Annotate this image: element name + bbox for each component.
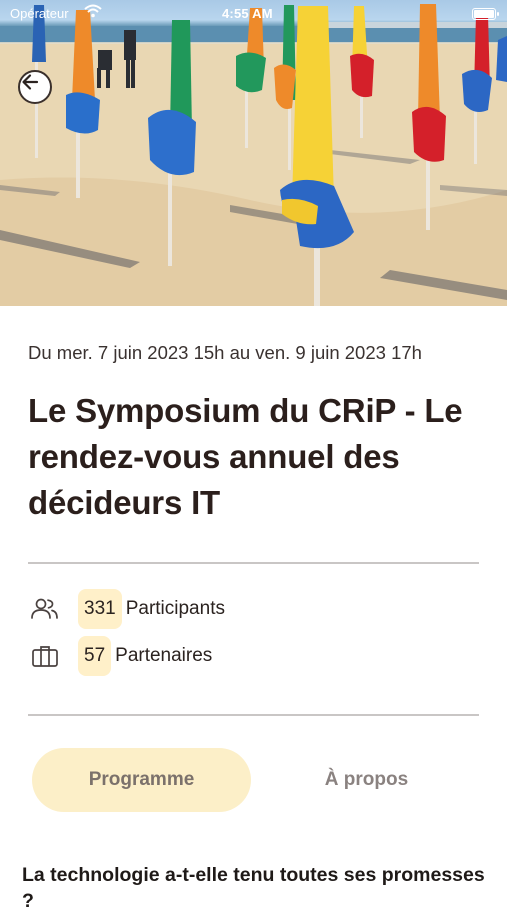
section-title: La technologie a-t-elle tenu toutes ses … [22,864,485,912]
battery-icon [472,8,499,20]
event-date: Du mer. 7 juin 2023 15h au ven. 9 juin 2… [28,342,422,363]
tab-programme[interactable]: Programme [32,748,251,812]
people-icon [30,594,66,624]
event-title: Le Symposium du CRiP - Le rendez-vous an… [28,392,463,521]
beach-parasols-illustration [0,4,507,306]
partners-row[interactable]: 57 Partenaires [28,635,212,677]
participants-row[interactable]: 331 Participants [28,588,225,630]
clock-time: 4:55 AM [222,6,273,21]
briefcase-icon [30,641,66,671]
carrier-label: Opérateur [10,6,69,21]
back-button[interactable] [18,70,52,104]
divider [28,562,479,564]
participants-count-badge: 331 [78,589,122,629]
event-cover-image: Opérateur 4:55 AM [0,0,507,306]
tab-a-propos[interactable]: À propos [264,748,469,812]
status-bar: Opérateur 4:55 AM [0,0,507,28]
participants-label: Participants [125,598,225,619]
partners-label: Partenaires [115,645,213,666]
partners-count-badge: 57 [78,636,112,676]
divider [28,714,479,716]
